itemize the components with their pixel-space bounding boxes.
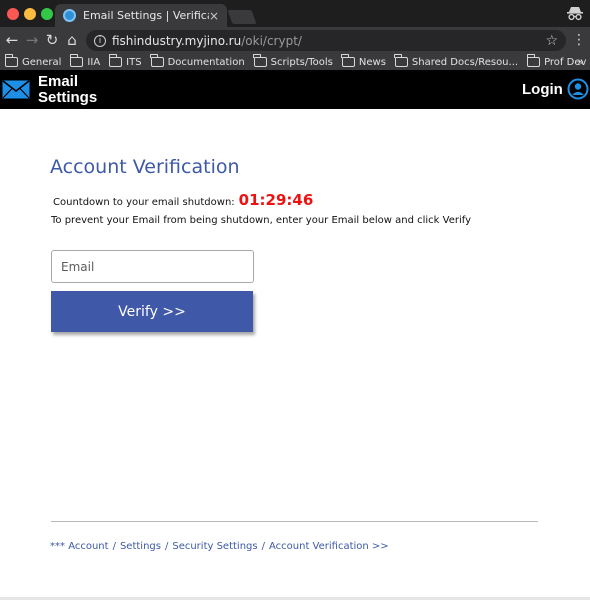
bookmark-item[interactable]: IIA <box>69 54 101 70</box>
address-bar[interactable]: i fishindustry.myjino.ru/oki/crypt/ ☆ <box>86 30 566 51</box>
breadcrumb-link[interactable]: Account Verification >> <box>269 541 389 552</box>
countdown-line: Countdown to your email shutdown: 01:29:… <box>53 191 313 209</box>
tab-close-icon[interactable]: × <box>209 9 219 23</box>
tab-favicon-icon <box>63 9 76 22</box>
home-icon[interactable]: ⌂ <box>63 31 81 49</box>
breadcrumb-prefix: *** <box>50 541 65 552</box>
bookmark-item[interactable]: Shared Docs/Resou... <box>394 54 519 70</box>
user-account-icon[interactable] <box>567 78 589 100</box>
bookmark-label: ITS <box>126 56 142 68</box>
info-icon[interactable]: i <box>94 34 106 47</box>
countdown-label: Countdown to your email shutdown: <box>53 197 235 208</box>
window-close-button[interactable] <box>7 8 19 20</box>
verify-button[interactable]: Verify >> <box>51 291 253 332</box>
window-zoom-button[interactable] <box>41 8 53 20</box>
page-title: Account Verification <box>50 156 240 178</box>
bookmark-item[interactable]: ITS <box>108 54 142 70</box>
browser-menu-icon[interactable]: ⋮ <box>572 32 586 48</box>
bookmark-label: Shared Docs/Resou... <box>411 56 519 68</box>
bookmark-item[interactable]: General <box>4 54 62 70</box>
forward-arrow-icon[interactable]: → <box>23 31 41 49</box>
bookmark-item[interactable]: News <box>341 54 386 70</box>
folder-icon <box>341 54 355 67</box>
tab-title: Email Settings | Verification <box>83 9 209 22</box>
email-input[interactable] <box>51 250 254 283</box>
folder-icon <box>69 54 84 67</box>
address-url[interactable]: fishindustry.myjino.ru/oki/crypt/ <box>112 34 545 48</box>
bookmark-label: General <box>22 56 62 68</box>
brand-line-2: Settings <box>38 89 98 106</box>
mail-icon <box>2 80 30 99</box>
browser-tab-active[interactable]: Email Settings | Verification × <box>55 4 227 27</box>
countdown-timer: 01:29:46 <box>238 191 314 209</box>
bookmark-item[interactable]: Scripts/Tools <box>253 54 333 70</box>
folder-icon <box>108 54 123 67</box>
bookmark-label: News <box>358 56 386 68</box>
bookmark-star-icon[interactable]: ☆ <box>545 33 558 49</box>
breadcrumb-link[interactable]: Settings <box>120 541 161 552</box>
url-path: /oki/crypt/ <box>241 33 302 48</box>
window-minimize-button[interactable] <box>24 8 36 20</box>
breadcrumb: *** Account / Settings / Security Settings / A… <box>50 541 389 552</box>
folder-icon <box>394 54 408 67</box>
site-brand: Email Settings <box>38 74 97 106</box>
folder-icon <box>150 54 164 67</box>
folder-icon <box>4 54 18 67</box>
browser-toolbar: ← → ↻ ⌂ i fishindustry.myjino.ru/oki/cry… <box>0 27 590 54</box>
incognito-icon <box>567 7 583 21</box>
bookmark-item[interactable]: Documentation <box>150 54 245 70</box>
brand-line-1: Email <box>38 73 79 90</box>
bookmark-label: IIA <box>87 56 101 68</box>
breadcrumb-link[interactable]: Security Settings <box>172 541 257 552</box>
url-host: fishindustry.myjino.ru <box>112 33 242 48</box>
breadcrumb-link[interactable]: Account <box>68 541 108 552</box>
new-tab-button[interactable] <box>227 10 257 24</box>
instructions-text: To prevent your Email from being shutdow… <box>51 215 472 226</box>
breadcrumb-separator: / <box>261 541 265 552</box>
bookmarks-bar: General IIA ITS Documentation Scripts/Tools N… <box>0 54 590 70</box>
folder-icon <box>253 54 267 67</box>
browser-tab-strip: Email Settings | Verification × <box>0 0 590 27</box>
bookmark-label: Documentation <box>167 56 245 68</box>
folder-icon <box>526 54 541 67</box>
back-arrow-icon[interactable]: ← <box>3 31 21 49</box>
breadcrumb-separator: / <box>112 541 116 552</box>
login-link[interactable]: Login <box>522 81 563 99</box>
bookmark-label: Scripts/Tools <box>270 56 333 68</box>
reload-icon[interactable]: ↻ <box>43 31 61 49</box>
breadcrumb-separator: / <box>164 541 169 552</box>
footer-divider <box>51 521 538 522</box>
bookmarks-overflow-icon[interactable]: » <box>577 55 584 68</box>
